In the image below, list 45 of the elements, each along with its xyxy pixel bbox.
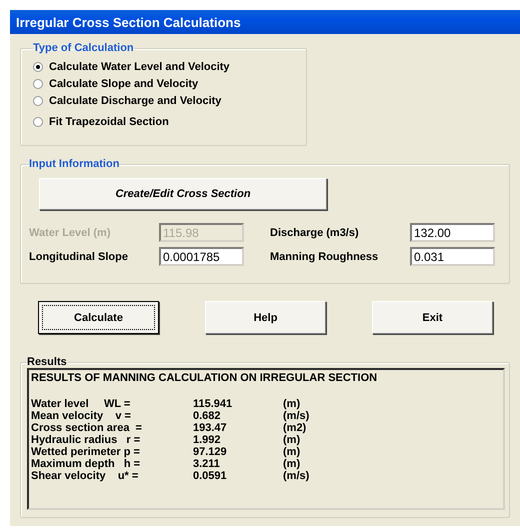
result-unit: (m): [283, 434, 302, 446]
result-label: Hydraulic radius r =: [31, 434, 142, 446]
radio-button[interactable]: [33, 117, 43, 127]
result-unit: (m): [283, 458, 302, 470]
result-value: 97.129: [193, 446, 228, 458]
radio-label[interactable]: Fit Trapezoidal Section: [49, 116, 169, 128]
results-heading: RESULTS OF MANNING CALCULATION ON IRREGULAR SECTION: [31, 372, 378, 384]
result-value: 3.211: [193, 458, 221, 470]
action-button[interactable]: Help: [205, 301, 326, 334]
input-field[interactable]: 132.00: [410, 223, 495, 242]
radio-label[interactable]: Calculate Slope and Velocity: [49, 78, 198, 90]
result-value: 0.682: [193, 410, 222, 422]
result-value: 0.0591: [193, 470, 228, 482]
input-field[interactable]: 0.031: [410, 247, 495, 266]
result-value: 193.47: [193, 422, 228, 434]
result-unit: (m/s): [283, 410, 310, 422]
action-button[interactable]: Exit: [372, 301, 493, 334]
field-label: Longitudinal Slope: [29, 250, 129, 262]
radio-button[interactable]: [33, 96, 43, 106]
result-label: Maximum depth h =: [31, 458, 142, 470]
radio-label[interactable]: Calculate Water Level and Velocity: [49, 61, 230, 73]
result-label: Wetted perimeter p =: [31, 446, 141, 458]
result-unit: (m2): [283, 422, 308, 434]
result-label: Cross section area =: [31, 422, 143, 434]
group-title: Input Information: [29, 158, 120, 170]
field-label: Water Level (m): [29, 226, 112, 238]
radio-label[interactable]: Calculate Discharge and Velocity: [49, 95, 222, 107]
radio-button[interactable]: [33, 62, 43, 72]
create-edit-button[interactable]: Create/Edit Cross Section: [39, 178, 327, 210]
result-unit: (m): [283, 398, 302, 410]
result-label: Water level WL =: [31, 398, 132, 410]
group-title: Type of Calculation: [33, 42, 134, 54]
window-title: Irregular Cross Section Calculations: [10, 10, 520, 34]
field-label: Discharge (m3/s): [270, 226, 360, 238]
field-label: Manning Roughness: [270, 250, 380, 262]
input-field[interactable]: 0.0001785: [159, 247, 244, 266]
result-unit: (m/s): [283, 470, 310, 482]
result-label: Shear velocity u* =: [31, 470, 140, 482]
group-title: Results: [27, 356, 67, 368]
result-value: 115.941: [193, 398, 234, 410]
action-button[interactable]: Calculate: [38, 301, 159, 334]
result-label: Mean velocity v =: [31, 410, 132, 422]
result-value: 1.992: [193, 434, 222, 446]
result-unit: (m): [283, 446, 302, 458]
radio-button[interactable]: [33, 79, 43, 89]
